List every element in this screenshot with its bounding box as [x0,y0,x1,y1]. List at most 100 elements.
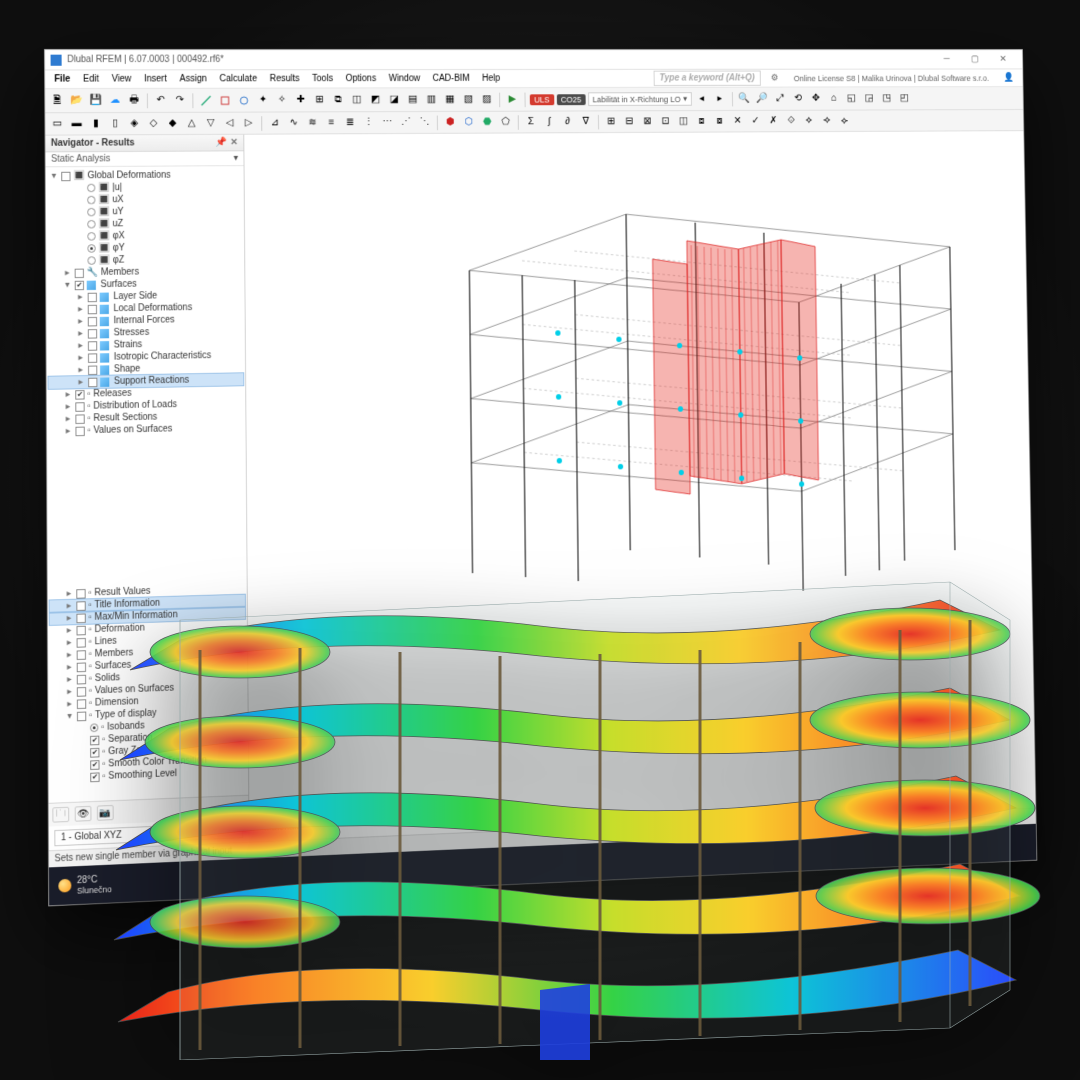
tool-icon[interactable]: ∿ [285,115,301,132]
tool-icon[interactable]: ▯ [107,115,124,132]
tool-icon[interactable]: ⧇ [712,113,728,129]
co-badge[interactable]: CO25 [556,94,585,105]
nav-view-data-icon[interactable]: 🗀 [52,807,69,823]
tool-icon[interactable]: ▨ [479,91,495,107]
menu-view[interactable]: View [106,72,137,86]
taskbar-weather[interactable]: 28°C Slunečno [58,874,111,896]
tool-icon[interactable]: ◱ [844,90,859,106]
tool-icon[interactable]: ⬡ [461,114,477,130]
menu-insert[interactable]: Insert [139,72,173,86]
loadcase-combo[interactable]: Labilität in X-Richtung LO▾ [588,92,691,106]
tool-icon[interactable]: ◰ [897,90,912,106]
nav-view-eye-icon[interactable]: 👁 [75,806,92,822]
tool-icon[interactable]: ≣ [342,114,358,131]
calculate-icon[interactable]: ▶ [504,91,520,107]
tool-icon[interactable]: ⋯ [379,114,395,131]
tool-icon[interactable]: ✓ [748,113,764,129]
tool-icon[interactable]: ◲ [861,90,876,106]
menu-options[interactable]: Options [340,72,381,86]
tool-icon[interactable]: 🔍 [737,91,753,107]
model-viewport[interactable]: Materials [244,131,1035,842]
navigator-title[interactable]: Navigator - Results 📌✕ [45,135,243,153]
tool-icon[interactable]: ⊿ [267,115,283,132]
open-icon[interactable]: 📂 [68,92,85,109]
tool-icon[interactable]: Σ [523,114,539,130]
tool-icon[interactable]: ⧉ [330,92,346,109]
tool-icon[interactable]: ▥ [423,91,439,107]
tool-icon[interactable]: ⊠ [639,113,655,129]
tool-icon[interactable]: ▭ [49,116,66,133]
tool-icon[interactable]: ▷ [240,115,256,132]
tool-icon[interactable]: ◳ [879,90,894,106]
menu-cadbim[interactable]: CAD-BIM [427,72,475,86]
close-button[interactable]: ✕ [989,50,1017,69]
tool-icon[interactable]: ◆ [164,115,180,132]
user-icon[interactable]: 👤 [999,71,1019,84]
tool-icon[interactable]: ▤ [405,91,421,107]
menu-tools[interactable]: Tools [307,72,339,86]
uls-badge[interactable]: ULS [530,94,554,105]
undo-icon[interactable]: ↶ [152,92,168,109]
new-icon[interactable]: 🗎 [49,92,66,109]
menu-calculate[interactable]: Calculate [214,72,263,86]
results-tree[interactable]: ▾🔳 Global Deformations 🔳|u| 🔳uX 🔳uY 🔳uZ … [46,166,249,803]
save-icon[interactable]: 💾 [87,92,104,109]
tool-icon[interactable]: ⬠ [498,114,514,130]
print-icon[interactable]: 🖶 [126,92,143,109]
tool-icon[interactable]: ✧ [274,92,290,109]
maximize-button[interactable]: ▢ [961,50,990,69]
tool-icon[interactable]: △ [183,115,199,132]
tool-icon[interactable]: ⊞ [603,114,619,130]
nav-view-camera-icon[interactable]: 📷 [97,805,114,821]
view-selector[interactable]: 1 - Global XYZ▾ [54,822,243,846]
materials-panel-label[interactable]: Materials [258,819,306,836]
tool-icon[interactable]: ≡ [323,115,339,132]
keyword-search[interactable]: Type a keyword (Alt+Q) [653,71,760,86]
analysis-type-combo[interactable]: Static Analysis▾ [45,151,243,167]
tool-icon[interactable]: ▮ [88,115,105,132]
menu-help[interactable]: Help [477,72,506,86]
tool-icon[interactable]: ⊞ [311,92,327,109]
tool-icon[interactable]: ✥ [808,91,823,107]
tool-icon[interactable]: ◇ [145,115,162,132]
tool-icon[interactable]: ≋ [304,115,320,132]
tool-icon[interactable]: ⟡ [801,113,816,129]
tool-icon[interactable]: ⋰ [398,114,414,130]
tool-icon[interactable]: ⤢ [773,91,789,107]
tool-icon[interactable]: ✗ [766,113,782,129]
tool-icon[interactable]: ⋱ [417,114,433,130]
tool-icon[interactable]: ✦ [255,92,271,109]
tool-icon[interactable]: ◩ [368,92,384,108]
tool-icon[interactable]: ⟢ [819,113,834,129]
menu-file[interactable]: File [49,72,76,86]
tool-icon[interactable]: ⌂ [826,90,841,106]
tool-icon[interactable]: ◫ [349,92,365,109]
tool-icon[interactable]: ◈ [126,115,143,132]
tool-icon[interactable]: ⧈ [694,113,710,129]
menu-assign[interactable]: Assign [174,72,212,86]
tool-icon[interactable]: ⬣ [479,114,495,130]
tool-icon[interactable] [198,92,214,109]
tool-icon[interactable]: ⟐ [783,113,799,129]
tool-icon[interactable] [236,92,252,109]
tool-icon[interactable]: ⟣ [837,113,852,129]
tool-icon[interactable]: ⊟ [621,113,637,129]
tool-icon[interactable]: ▧ [460,91,476,107]
tool-icon[interactable]: ◁ [222,115,238,132]
pin-icon[interactable]: 📌 [215,138,226,148]
tool-icon[interactable]: ⊡ [658,113,674,129]
settings-icon[interactable]: ⚙ [766,71,784,84]
tool-icon[interactable]: ∫ [541,114,557,130]
nav-next-icon[interactable]: ▸ [712,91,728,107]
tool-icon[interactable]: ∂ [560,114,576,130]
tool-icon[interactable]: 🔎 [755,91,771,107]
tool-icon[interactable]: ◫ [676,113,692,129]
panel-close-icon[interactable]: ✕ [230,137,238,147]
menu-window[interactable]: Window [383,72,425,86]
tool-icon[interactable]: ⬢ [442,114,458,130]
tool-icon[interactable]: ⋮ [361,114,377,131]
tool-icon[interactable]: ▬ [68,115,85,132]
tool-icon[interactable]: ∇ [578,114,594,130]
tool-icon[interactable]: ⟲ [790,91,806,107]
tool-icon[interactable]: ◪ [386,91,402,107]
